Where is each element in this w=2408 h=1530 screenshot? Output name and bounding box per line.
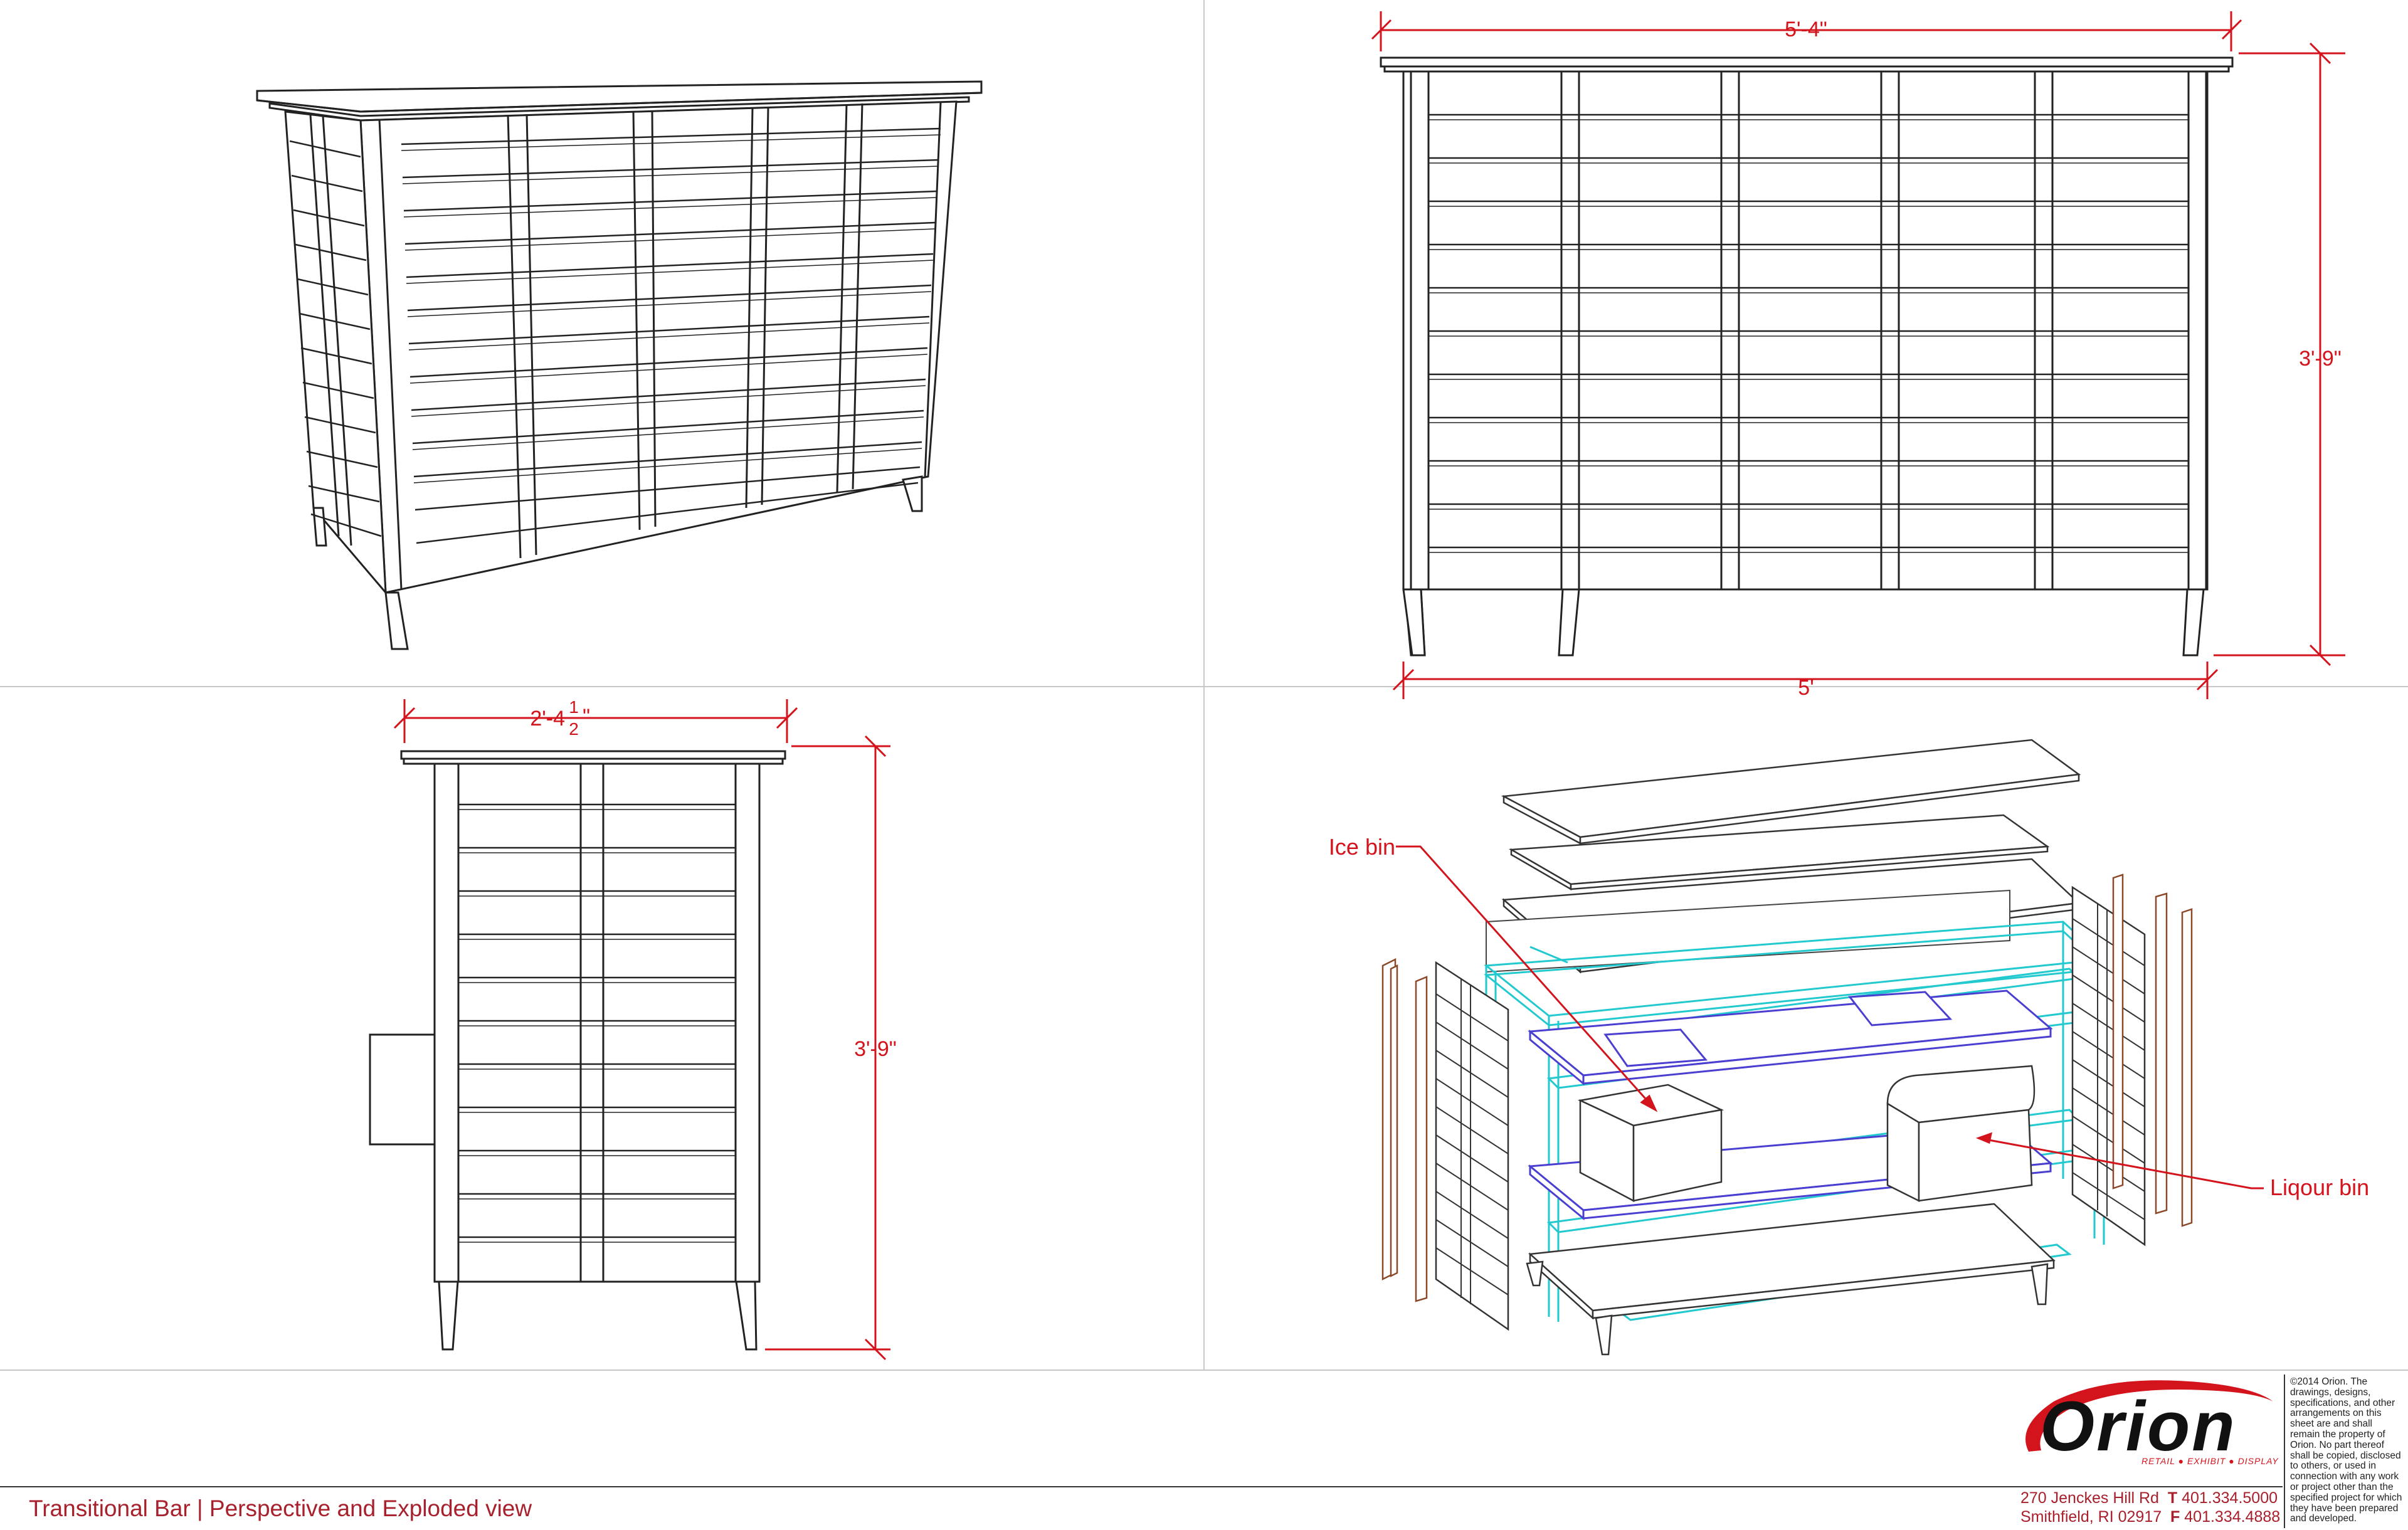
side-width-inch-mark: " <box>583 705 590 729</box>
side-elevation <box>369 750 786 1351</box>
phone-number: 401.334.5000 <box>2182 1489 2278 1507</box>
title-block-divider <box>2284 1374 2285 1528</box>
drawing-sheet: 5'-4" 5' 3'-9" 2'-4 1 2 " 3'-9" Ice bin … <box>0 0 2408 1371</box>
exploded-view <box>1381 739 2264 1356</box>
company-address: 270 Jenckes Hill Rd T 401.334.5000 Smith… <box>2020 1489 2280 1526</box>
front-height-label: 3'-9" <box>2299 347 2342 371</box>
title-rule <box>0 1486 2283 1487</box>
copyright-notice: ©2014 Orion. The drawings, designs, spec… <box>2290 1376 2402 1524</box>
orion-logo: Orion RETAIL ● EXHIBIT ● DISPLAY <box>2025 1380 2279 1466</box>
side-width-fraction-den: 2 <box>569 719 579 739</box>
phone-label: T <box>2167 1489 2178 1507</box>
front-top-width-label: 5'-4" <box>1785 18 1827 41</box>
ice-bin-callout: Ice bin <box>1329 834 1395 860</box>
fax-label: F <box>2170 1508 2180 1526</box>
drawing-title: Transitional Bar | Perspective and Explo… <box>29 1496 532 1521</box>
liquor-bin-callout: Liqour bin <box>2270 1174 2369 1200</box>
address-line-1: 270 Jenckes Hill Rd <box>2020 1489 2159 1507</box>
side-width-fraction-num: 1 <box>569 697 579 717</box>
perspective-view <box>256 80 983 650</box>
svg-text:Orion: Orion <box>2040 1387 2237 1465</box>
front-elevation <box>1380 56 2234 657</box>
side-width-label: 2'-4 <box>530 707 565 731</box>
front-base-width-label: 5' <box>1798 676 1814 700</box>
side-height-label: 3'-9" <box>854 1037 897 1061</box>
svg-text:RETAIL ● EXHIBIT ● DISPLAY: RETAIL ● EXHIBIT ● DISPLAY <box>2141 1456 2279 1466</box>
fax-number: 401.334.4888 <box>2184 1508 2281 1526</box>
address-line-2: Smithfield, RI 02917 <box>2020 1508 2162 1526</box>
